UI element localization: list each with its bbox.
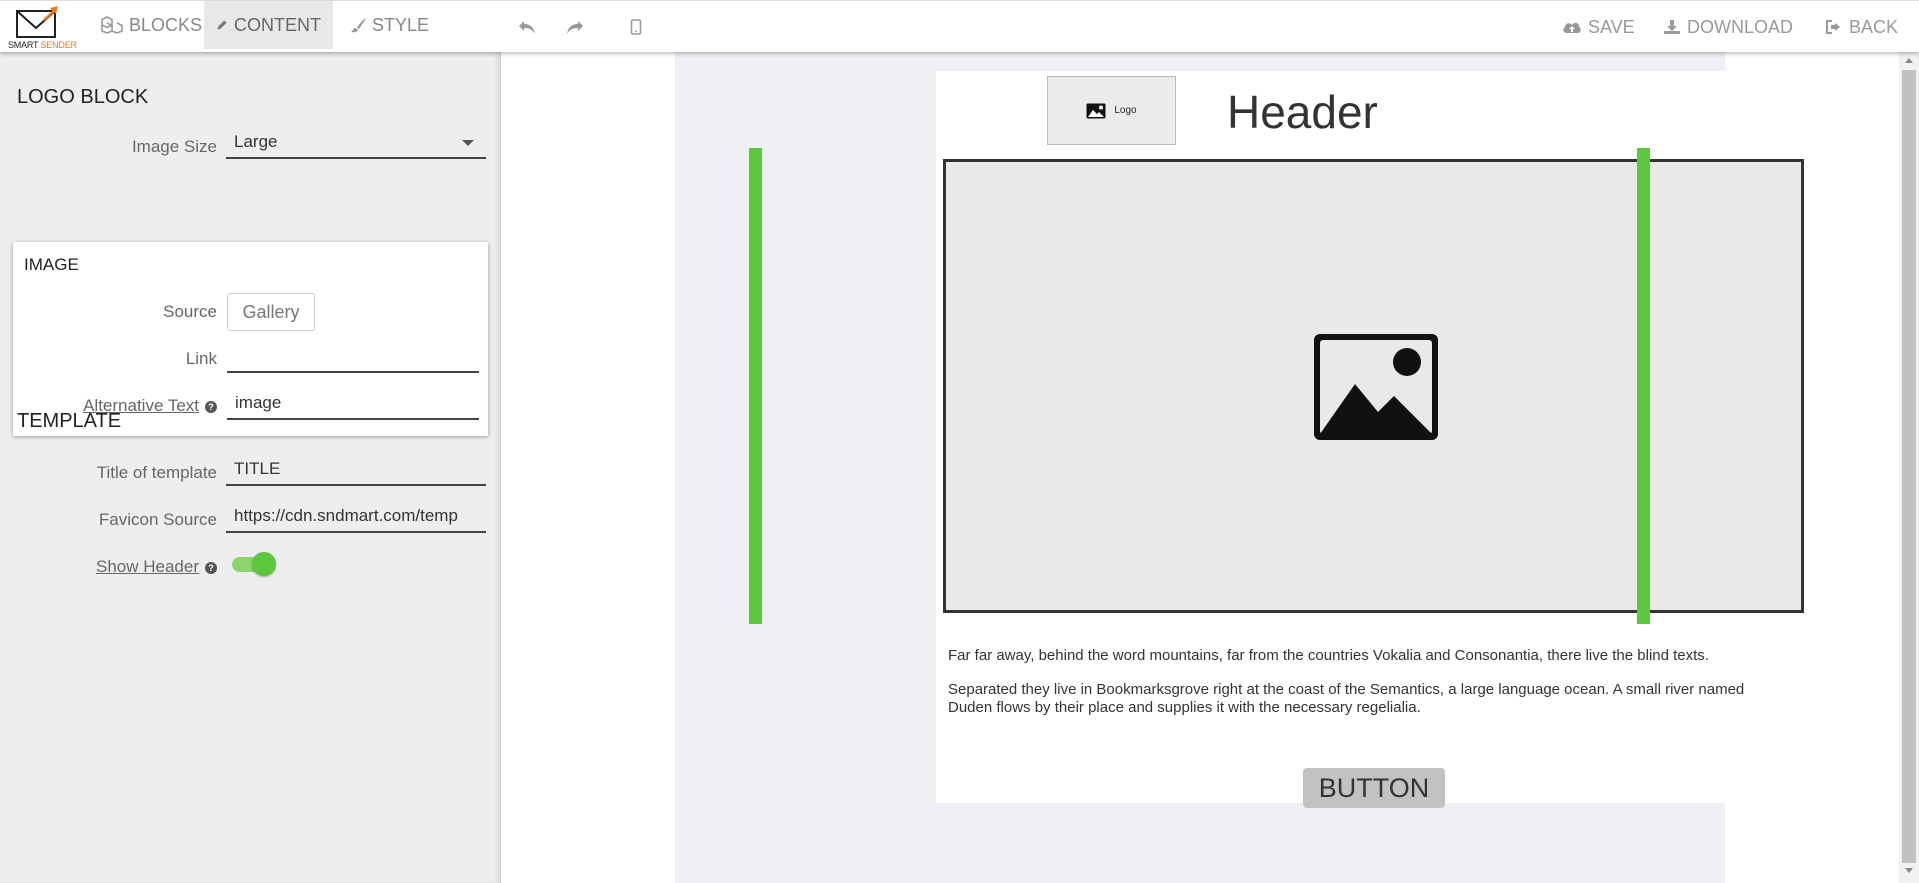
show-header-label: Show Header? (17, 557, 217, 577)
download-button[interactable]: DOWNLOAD (1663, 1, 1793, 53)
back-label: BACK (1849, 16, 1899, 37)
blocks-icon (101, 16, 123, 34)
help-icon[interactable]: ? (205, 562, 217, 574)
brand-word-sender: SENDER (40, 40, 78, 50)
show-header-label-text: Show Header (95, 557, 199, 576)
cloud-upload-icon (1563, 22, 1581, 33)
tab-blocks-label: BLOCKS (129, 14, 203, 35)
mobile-preview-icon (630, 19, 642, 35)
template-title: TEMPLATE (17, 410, 122, 432)
image-icon (1086, 103, 1106, 118)
gallery-button[interactable]: Gallery (227, 293, 315, 331)
link-label: Link (185, 349, 217, 368)
image-placeholder-icon (1314, 334, 1438, 440)
top-toolbar: SMART SENDER BLOCKS CONTENT STYLE SAVE D… (0, 0, 1919, 52)
source-label: Source (163, 302, 217, 321)
email-paragraph-2[interactable]: Separated they live in Bookmarksgrove ri… (948, 681, 1788, 717)
help-icon[interactable]: ? (205, 401, 217, 413)
title-of-template-label: Title of template (96, 463, 217, 482)
scroll-down-arrow-icon[interactable] (1905, 868, 1913, 873)
save-button[interactable]: SAVE (1562, 1, 1635, 53)
image-settings-card: IMAGE Source Gallery Link Alternative Te… (13, 242, 488, 436)
selection-marker-left (749, 148, 762, 624)
download-label: DOWNLOAD (1687, 16, 1794, 37)
favicon-source-label: Favicon Source (98, 510, 217, 529)
sign-out-icon (1826, 20, 1840, 34)
brand-logo[interactable]: SMART SENDER (6, 4, 77, 50)
alternative-text-input[interactable]: image (227, 390, 479, 420)
email-template: Logo Header Far far away, behind the wor… (936, 71, 1811, 808)
link-input[interactable] (227, 343, 479, 373)
brand-word-smart: SMART (8, 40, 39, 50)
email-background: Logo Header Far far away, behind the wor… (675, 52, 1811, 883)
title-of-template-input[interactable]: TITLE (226, 456, 486, 486)
tab-style[interactable]: STYLE (338, 1, 441, 49)
scroll-up-arrow-icon[interactable] (1905, 58, 1913, 63)
save-label: SAVE (1588, 16, 1635, 37)
image-size-select[interactable]: Large (226, 129, 486, 159)
image-size-label: Image Size (131, 137, 217, 156)
tab-blocks[interactable]: BLOCKS (89, 1, 214, 49)
image-section-title: IMAGE (24, 255, 79, 274)
tab-style-label: STYLE (372, 14, 430, 35)
tab-content-label: CONTENT (234, 14, 321, 35)
brush-icon (351, 18, 365, 33)
email-header[interactable]: Header (1227, 85, 1378, 139)
settings-panel: LOGO BLOCK Image Size Large IMAGE Source… (0, 52, 501, 883)
editor-canvas: Logo Header Far far away, behind the wor… (501, 52, 1899, 883)
download-icon (1664, 20, 1680, 34)
mobile-preview-button[interactable] (625, 16, 647, 38)
scrollbar-thumb[interactable] (1902, 70, 1916, 863)
back-button[interactable]: BACK (1825, 1, 1898, 53)
brand-name: SMART SENDER (8, 40, 77, 50)
vertical-scrollbar[interactable] (1899, 52, 1919, 883)
image-size-value: Large (234, 132, 278, 151)
redo-icon (567, 21, 583, 34)
redo-button[interactable] (564, 16, 586, 38)
favicon-source-input[interactable]: https://cdn.sndmart.com/temp (226, 503, 486, 533)
logo-placeholder[interactable]: Logo (1047, 76, 1176, 145)
tab-content[interactable]: CONTENT (204, 1, 333, 49)
image-block[interactable] (943, 159, 1804, 613)
logo-placeholder-text: Logo (1114, 105, 1137, 116)
toggle-knob (252, 552, 276, 576)
chevron-down-icon (462, 140, 474, 146)
show-header-toggle[interactable] (230, 552, 276, 576)
selection-marker-right (1637, 148, 1650, 624)
undo-button[interactable] (516, 16, 538, 38)
email-paragraph-1[interactable]: Far far away, behind the word mountains,… (948, 647, 1788, 665)
email-cta-button[interactable]: BUTTON (1303, 768, 1445, 808)
logo-block-title: LOGO BLOCK (17, 86, 149, 108)
pencil-icon (217, 20, 227, 30)
undo-icon (519, 21, 535, 34)
envelope-icon (16, 6, 58, 38)
